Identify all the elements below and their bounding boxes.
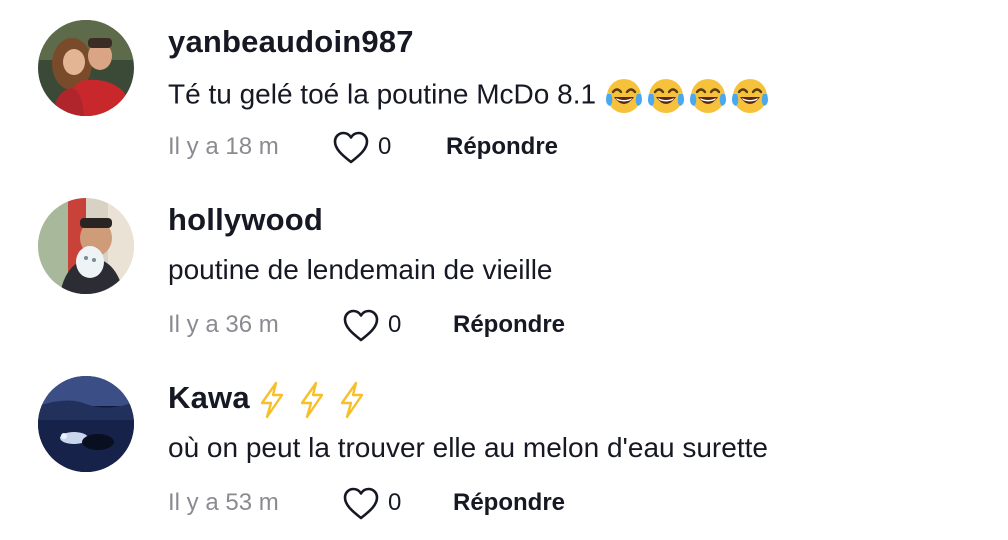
comment-meta: Il y a 18 m 0 Répondre [168, 128, 868, 168]
comment-text-content: Té tu gelé toé la poutine McDo 8.1 [168, 78, 597, 110]
comment-text: poutine de lendemain de vieille [168, 254, 553, 285]
lightning-bolt-icon [340, 381, 363, 419]
comment-text: Té tu gelé toé la poutine McDo 8.1 [168, 76, 770, 116]
timestamp: Il y a 53 m [168, 489, 279, 516]
avatar[interactable] [38, 376, 134, 472]
avatar-image [38, 198, 134, 294]
like-button[interactable]: 0 [342, 486, 422, 522]
face-with-tears-of-joy-icon [648, 79, 685, 113]
comment-meta: Il y a 53 m 0 Répondre [168, 484, 868, 524]
comment-item: hollywood poutine de lendemain de vieill… [0, 178, 1008, 356]
comment-item: yanbeaudoin987 Té tu gelé toé la poutine… [0, 0, 1008, 178]
face-with-tears-of-joy-icon [606, 79, 643, 113]
username[interactable]: yanbeaudoin987 [168, 24, 414, 60]
heart-outline-icon [343, 309, 379, 342]
face-with-tears-of-joy-icon [732, 79, 769, 113]
emoji-group [604, 76, 770, 116]
username[interactable]: hollywood [168, 202, 323, 238]
comment-text: où on peut la trouver elle au melon d'ea… [168, 432, 768, 463]
reply-button[interactable]: Répondre [453, 311, 565, 339]
like-count: 0 [378, 133, 392, 160]
reply-button[interactable]: Répondre [446, 133, 558, 161]
username-emoji-group [256, 381, 368, 419]
comment-item: Kawa où on peut la trouver elle au melon… [0, 356, 1008, 534]
comment-meta: Il y a 36 m 0 Répondre [168, 306, 868, 346]
lightning-bolt-icon [300, 381, 323, 419]
lightning-bolt-icon [260, 381, 283, 419]
face-with-tears-of-joy-icon [690, 79, 727, 113]
reply-button[interactable]: Répondre [453, 489, 565, 517]
like-button[interactable]: 0 [332, 130, 412, 166]
avatar-image [38, 376, 134, 472]
heart-outline-icon [343, 487, 379, 520]
timestamp: Il y a 36 m [168, 311, 279, 338]
like-count: 0 [388, 311, 402, 338]
timestamp: Il y a 18 m [168, 133, 279, 160]
avatar-image [38, 20, 134, 116]
username-text: Kawa [168, 380, 250, 415]
like-count: 0 [388, 489, 402, 516]
username[interactable]: Kawa [168, 380, 368, 419]
like-button[interactable]: 0 [342, 308, 422, 344]
avatar[interactable] [38, 198, 134, 294]
heart-outline-icon [333, 131, 369, 164]
avatar[interactable] [38, 20, 134, 116]
